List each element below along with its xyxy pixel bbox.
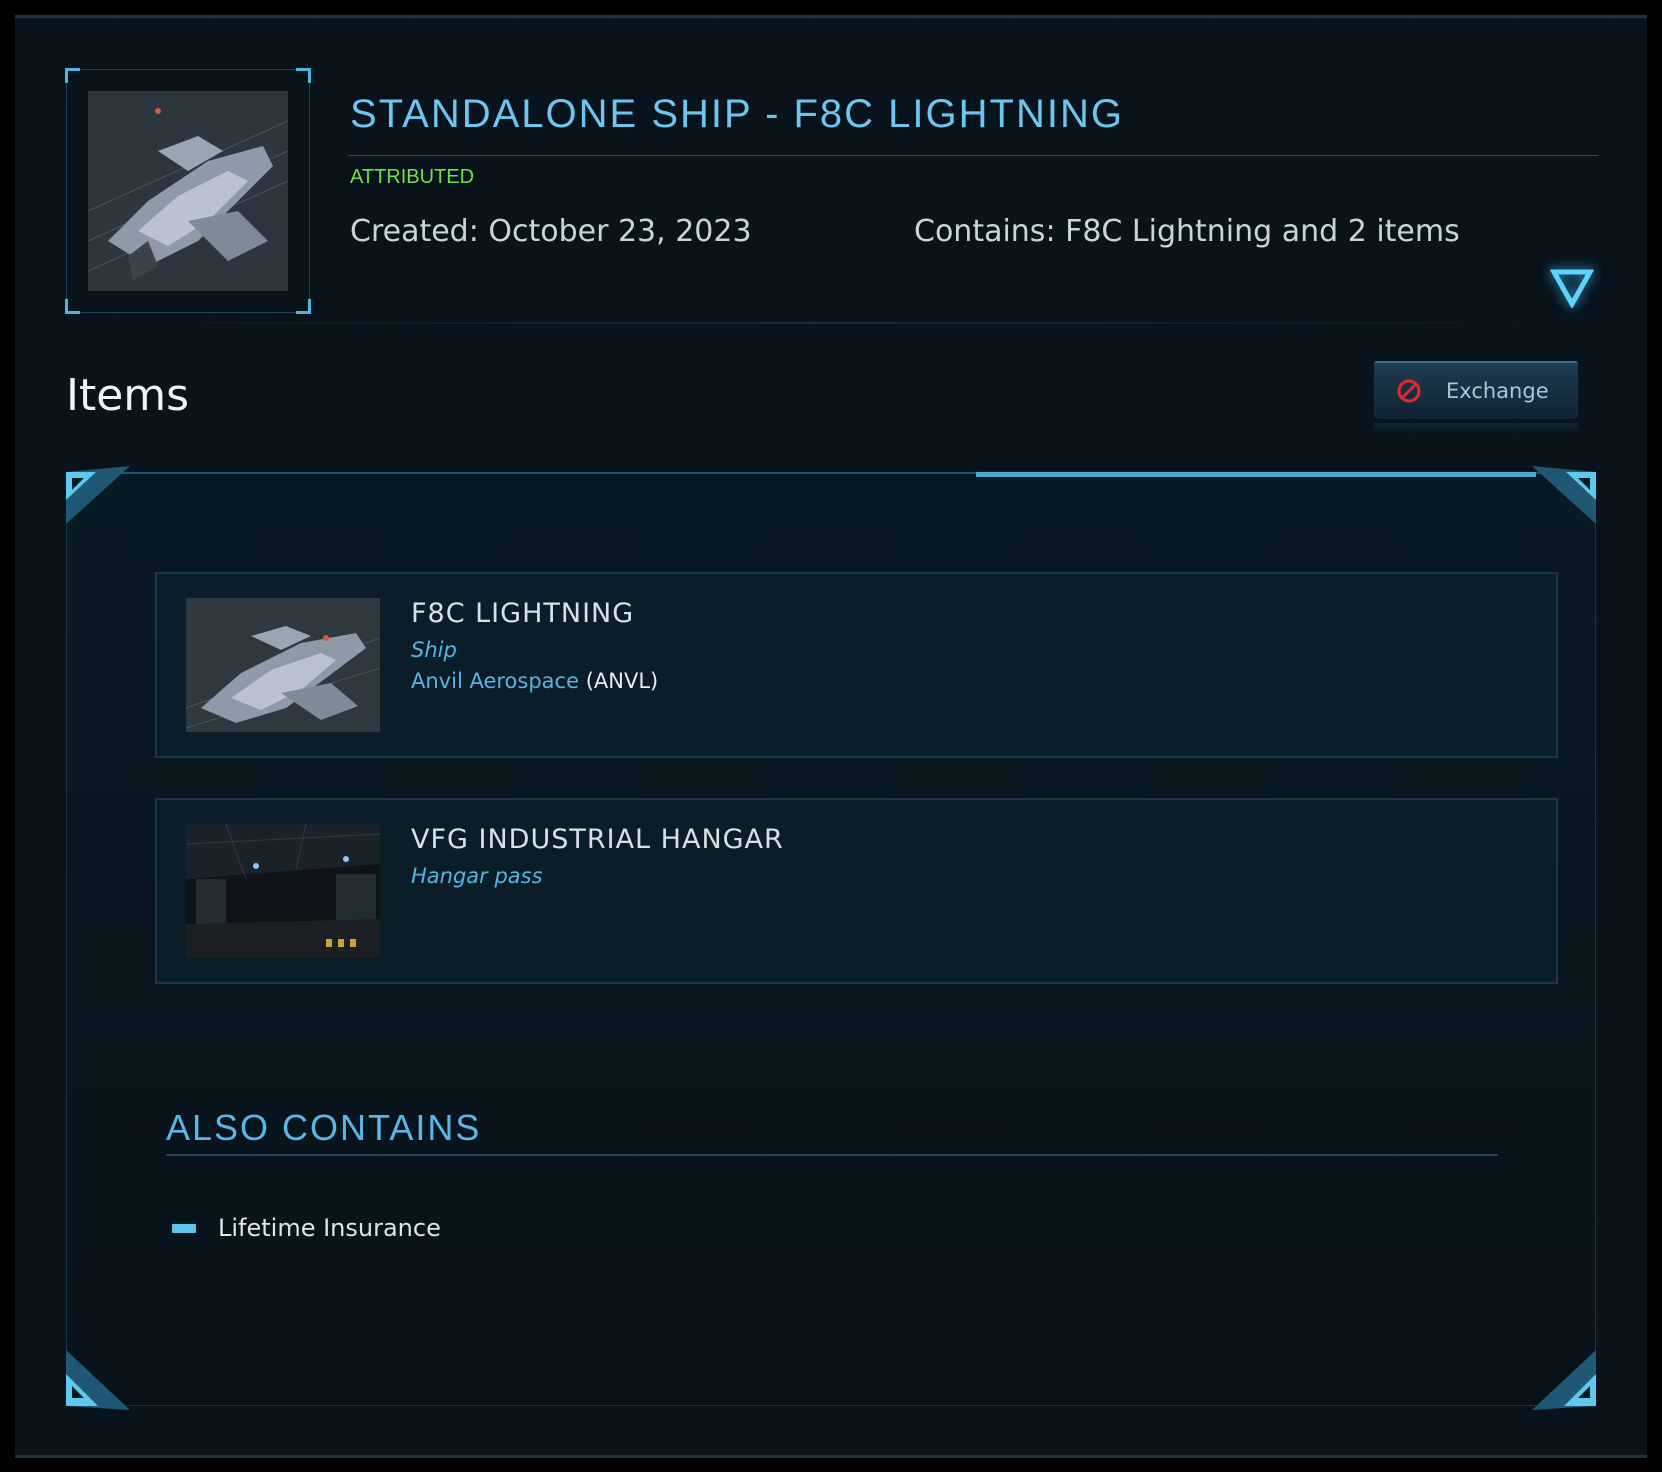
title-divider (348, 155, 1598, 156)
created-date: Created: October 23, 2023 (350, 214, 752, 249)
expand-toggle[interactable] (1549, 268, 1595, 310)
contains-summary: Contains: F8C Lightning and 2 items (914, 214, 1460, 249)
ban-icon (1397, 379, 1421, 403)
also-contains-title: ALSO CONTAINS (166, 1107, 482, 1148)
dash-bullet-icon (172, 1223, 196, 1233)
also-contains-item: Lifetime Insurance (172, 1214, 441, 1242)
ship-image (88, 91, 288, 291)
manufacturer-name: Anvil Aerospace (411, 669, 579, 693)
corner-bracket (296, 299, 311, 314)
panel-corner-decoration (1532, 1350, 1596, 1410)
list-item[interactable]: VFG INDUSTRIAL HANGAR Hangar pass (155, 798, 1558, 984)
panel-corner-decoration (1532, 466, 1596, 524)
item-manufacturer: Anvil Aerospace (ANVL) (411, 669, 658, 693)
corner-bracket (65, 68, 80, 83)
items-heading: Items (66, 370, 190, 421)
header-divider (66, 322, 1596, 324)
corner-bracket (65, 299, 80, 314)
panel-corner-decoration (66, 466, 130, 524)
item-name: F8C LIGHTNING (411, 598, 635, 629)
list-item[interactable]: F8C LIGHTNING Ship Anvil Aerospace (ANVL… (155, 572, 1558, 758)
item-type: Ship (411, 638, 457, 662)
item-name: VFG INDUSTRIAL HANGAR (411, 824, 784, 855)
item-type: Hangar pass (411, 864, 543, 888)
also-contains-divider (166, 1154, 1498, 1156)
panel-accent-bar (976, 472, 1536, 477)
exchange-label: Exchange (1446, 379, 1549, 403)
hangar-image (186, 824, 380, 958)
panel-corner-decoration (66, 1350, 130, 1410)
ship-image (186, 598, 380, 732)
pledge-thumbnail (65, 68, 311, 314)
pledge-title: STANDALONE SHIP - F8C LIGHTNING (350, 92, 1124, 136)
corner-bracket (296, 68, 311, 83)
triangle-down-icon (1549, 269, 1595, 310)
exchange-button[interactable]: Exchange (1374, 361, 1578, 435)
status-badge: ATTRIBUTED (350, 166, 475, 188)
manufacturer-code: (ANVL) (585, 669, 659, 693)
also-contains-label: Lifetime Insurance (218, 1214, 441, 1242)
